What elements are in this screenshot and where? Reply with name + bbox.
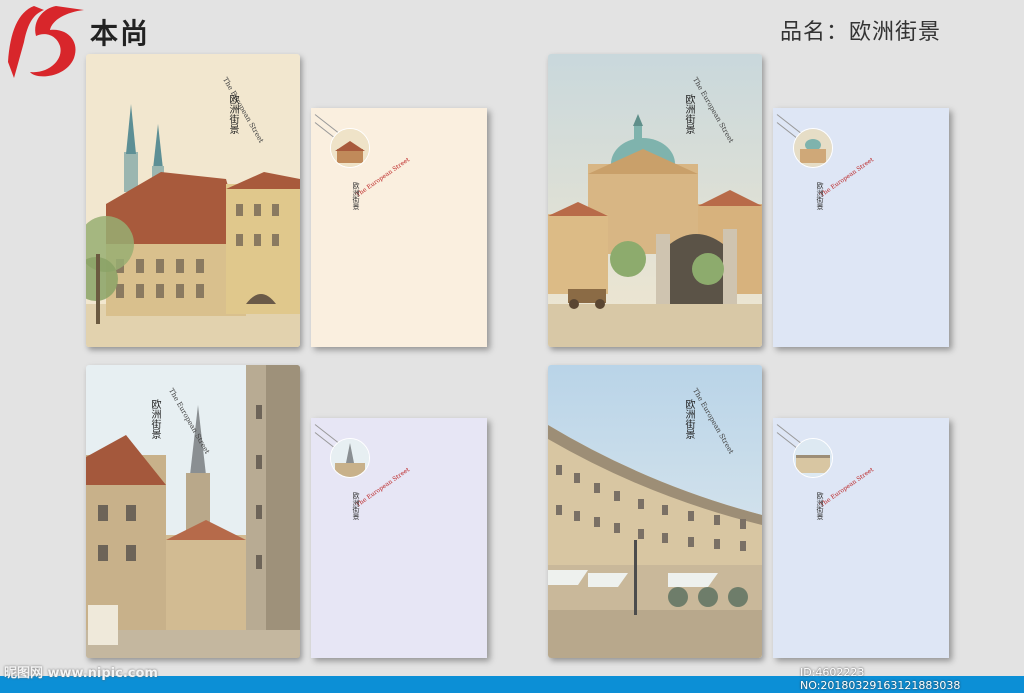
cover-han-title: 欧洲街景 bbox=[683, 94, 694, 134]
brand-logo-mark bbox=[8, 6, 84, 78]
sheet-stamp-image bbox=[330, 128, 370, 168]
sheet-script-title: The European Street bbox=[818, 466, 875, 509]
brand-name: 本尚 bbox=[90, 17, 151, 50]
cover-illustration bbox=[548, 54, 762, 347]
notebook-cover-market-street: The European Street 欧洲街景 bbox=[548, 365, 762, 658]
sheet-stamp-image bbox=[793, 128, 833, 168]
letter-sheet-blue-2: The European Street 欧洲街景 bbox=[773, 418, 949, 658]
letter-sheet-lavender: The European Street 欧洲街景 bbox=[311, 418, 487, 658]
notebook-cover-spire-street: The European Street 欧洲街景 bbox=[86, 365, 300, 658]
sheet-han-title: 欧洲街景 bbox=[816, 182, 824, 210]
cover-han-title: 欧洲街景 bbox=[683, 399, 694, 439]
letter-sheet-blue: The European Street 欧洲街景 bbox=[773, 108, 949, 347]
letter-sheet-cream: The European Street 欧洲街景 bbox=[311, 108, 487, 347]
site-watermark: 昵图网 www.nipic.com bbox=[4, 666, 158, 681]
sheet-han-title: 欧洲街景 bbox=[352, 182, 360, 210]
cover-illustration bbox=[86, 365, 300, 658]
product-name-label: 品名：欧洲街景 bbox=[780, 20, 942, 45]
cover-illustration bbox=[548, 365, 762, 658]
notebook-cover-church: The European Street 欧洲街景 bbox=[548, 54, 762, 347]
sheet-stamp-image bbox=[793, 438, 833, 478]
sheet-han-title: 欧洲街景 bbox=[352, 492, 360, 520]
cover-han-title: 欧洲街景 bbox=[149, 399, 160, 439]
sheet-han-title: 欧洲街景 bbox=[816, 492, 824, 520]
sheet-script-title: The European Street bbox=[818, 156, 875, 199]
notebook-cover-palace: The European Street 欧洲街景 bbox=[86, 54, 300, 347]
image-id-text: ID:4602223 NO:20180329163121883038 bbox=[800, 666, 961, 692]
cover-han-title: 欧洲街景 bbox=[227, 94, 238, 134]
sheet-stamp-image bbox=[330, 438, 370, 478]
cover-illustration bbox=[86, 54, 300, 347]
